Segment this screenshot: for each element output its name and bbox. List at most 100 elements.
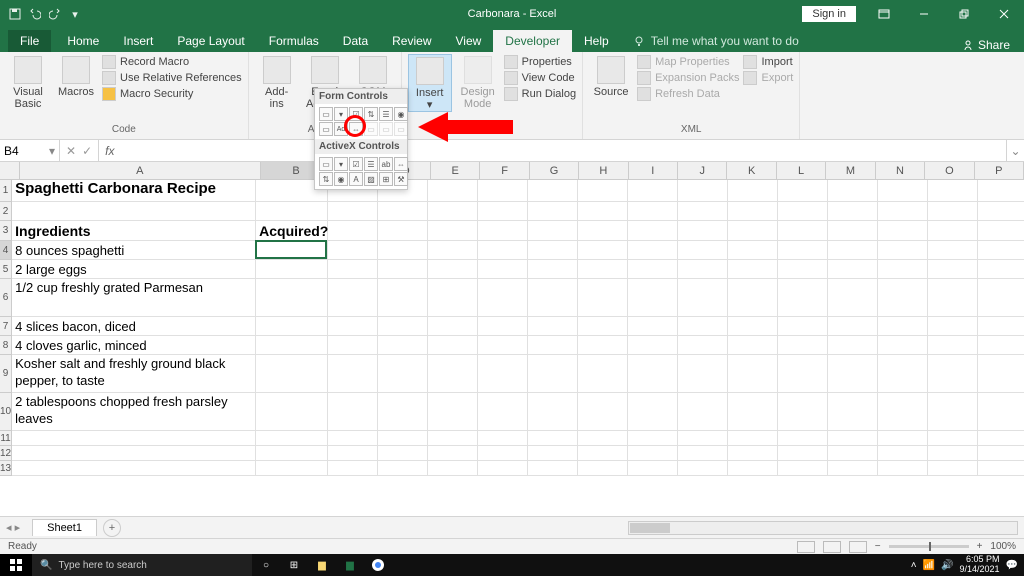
cell-D11[interactable] — [378, 431, 428, 446]
cell-P2[interactable] — [978, 202, 1024, 221]
cell-L2[interactable] — [778, 202, 828, 221]
cell-E4[interactable] — [428, 241, 478, 260]
cell-N4[interactable] — [878, 241, 928, 260]
form-ctl-d2[interactable]: ▭ — [379, 122, 393, 136]
cell-C3[interactable] — [328, 221, 378, 241]
cell-H2[interactable] — [578, 202, 628, 221]
cell-P5[interactable] — [978, 260, 1024, 279]
cell-N9[interactable] — [878, 355, 928, 393]
cell-A12[interactable] — [12, 446, 256, 461]
cell-K7[interactable] — [728, 317, 778, 336]
cell-N2[interactable] — [878, 202, 928, 221]
cell-H4[interactable] — [578, 241, 628, 260]
relative-ref-button[interactable]: Use Relative References — [102, 70, 242, 86]
cell-K6[interactable] — [728, 279, 778, 317]
tray-chevron-icon[interactable]: ˄ — [911, 560, 917, 571]
cell-L1[interactable] — [778, 180, 828, 202]
view-code-button[interactable]: View Code — [504, 70, 576, 86]
cell-K4[interactable] — [728, 241, 778, 260]
ax-toggle-control[interactable]: ⊞ — [379, 172, 393, 186]
form-button-control[interactable]: ▭ — [319, 107, 333, 121]
fx-icon[interactable]: fx — [99, 140, 120, 161]
cell-L5[interactable] — [778, 260, 828, 279]
cell-B13[interactable] — [256, 461, 328, 476]
row-header-9[interactable]: 9 — [0, 355, 12, 393]
row-header-1[interactable]: 1 — [0, 180, 12, 202]
cell-H13[interactable] — [578, 461, 628, 476]
cell-L9[interactable] — [778, 355, 828, 393]
cell-N11[interactable] — [878, 431, 928, 446]
cell-K11[interactable] — [728, 431, 778, 446]
name-box[interactable]: B4▾ — [0, 140, 60, 161]
form-ctl-d1[interactable]: ▭ — [364, 122, 378, 136]
cell-H7[interactable] — [578, 317, 628, 336]
visual-basic-button[interactable]: Visual Basic — [6, 54, 50, 110]
cell-G3[interactable] — [528, 221, 578, 241]
zoom-level[interactable]: 100% — [990, 541, 1016, 552]
cell-K2[interactable] — [728, 202, 778, 221]
cell-C8[interactable] — [328, 336, 378, 355]
cancel-formula-icon[interactable]: ✕ — [66, 144, 76, 158]
tray-network-icon[interactable]: 📶 — [923, 560, 935, 571]
cell-A13[interactable] — [12, 461, 256, 476]
cell-O3[interactable] — [928, 221, 978, 241]
ax-text-control[interactable]: ab — [379, 157, 393, 171]
cell-M7[interactable] — [828, 317, 878, 336]
cell-C4[interactable] — [328, 241, 378, 260]
ax-button-control[interactable]: ▭ — [319, 157, 333, 171]
cell-A8[interactable]: 4 cloves garlic, minced — [12, 336, 256, 355]
cell-L6[interactable] — [778, 279, 828, 317]
cell-I7[interactable] — [628, 317, 678, 336]
cell-O1[interactable] — [928, 180, 978, 202]
cell-H3[interactable] — [578, 221, 628, 241]
row-header-6[interactable]: 6 — [0, 279, 12, 317]
cell-I13[interactable] — [628, 461, 678, 476]
cell-B6[interactable] — [256, 279, 328, 317]
cell-L13[interactable] — [778, 461, 828, 476]
cell-A10[interactable]: 2 tablespoons chopped fresh parsley leav… — [12, 393, 256, 431]
cell-I5[interactable] — [628, 260, 678, 279]
cell-G1[interactable] — [528, 180, 578, 202]
cell-D6[interactable] — [378, 279, 428, 317]
normal-view-icon[interactable] — [797, 541, 815, 553]
cell-P3[interactable] — [978, 221, 1024, 241]
cell-A3[interactable]: Ingredients — [12, 221, 256, 241]
tab-developer[interactable]: Developer — [493, 30, 572, 52]
cell-C2[interactable] — [328, 202, 378, 221]
cell-F13[interactable] — [478, 461, 528, 476]
ax-more-control[interactable]: ⚒ — [394, 172, 408, 186]
cell-N7[interactable] — [878, 317, 928, 336]
import-button[interactable]: Import — [743, 54, 793, 70]
cell-I11[interactable] — [628, 431, 678, 446]
cell-J5[interactable] — [678, 260, 728, 279]
cell-H1[interactable] — [578, 180, 628, 202]
cell-E5[interactable] — [428, 260, 478, 279]
zoom-out-icon[interactable]: − — [875, 541, 881, 552]
cell-I3[interactable] — [628, 221, 678, 241]
row-header-11[interactable]: 11 — [0, 431, 12, 446]
cell-I10[interactable] — [628, 393, 678, 431]
close-icon[interactable] — [984, 0, 1024, 28]
chrome-taskbar-icon[interactable] — [364, 554, 392, 576]
cell-N5[interactable] — [878, 260, 928, 279]
cell-C9[interactable] — [328, 355, 378, 393]
cell-A1[interactable]: Spaghetti Carbonara Recipe — [12, 180, 256, 202]
cell-E11[interactable] — [428, 431, 478, 446]
cell-M1[interactable] — [828, 180, 878, 202]
cell-M10[interactable] — [828, 393, 878, 431]
cell-G5[interactable] — [528, 260, 578, 279]
row-header-2[interactable]: 2 — [0, 202, 12, 221]
zoom-slider[interactable] — [889, 545, 969, 548]
ribbon-options-icon[interactable] — [864, 0, 904, 28]
cell-A7[interactable]: 4 slices bacon, diced — [12, 317, 256, 336]
cell-P6[interactable] — [978, 279, 1024, 317]
sheet-nav[interactable]: ◂ ▸ — [0, 521, 26, 534]
form-spin-control[interactable]: ⇅ — [364, 107, 378, 121]
cell-H5[interactable] — [578, 260, 628, 279]
cell-C11[interactable] — [328, 431, 378, 446]
add-sheet-button[interactable]: + — [103, 519, 121, 537]
cell-A6[interactable]: 1/2 cup freshly grated Parmesan — [12, 279, 256, 317]
cell-J1[interactable] — [678, 180, 728, 202]
cell-D9[interactable] — [378, 355, 428, 393]
cell-P4[interactable] — [978, 241, 1024, 260]
